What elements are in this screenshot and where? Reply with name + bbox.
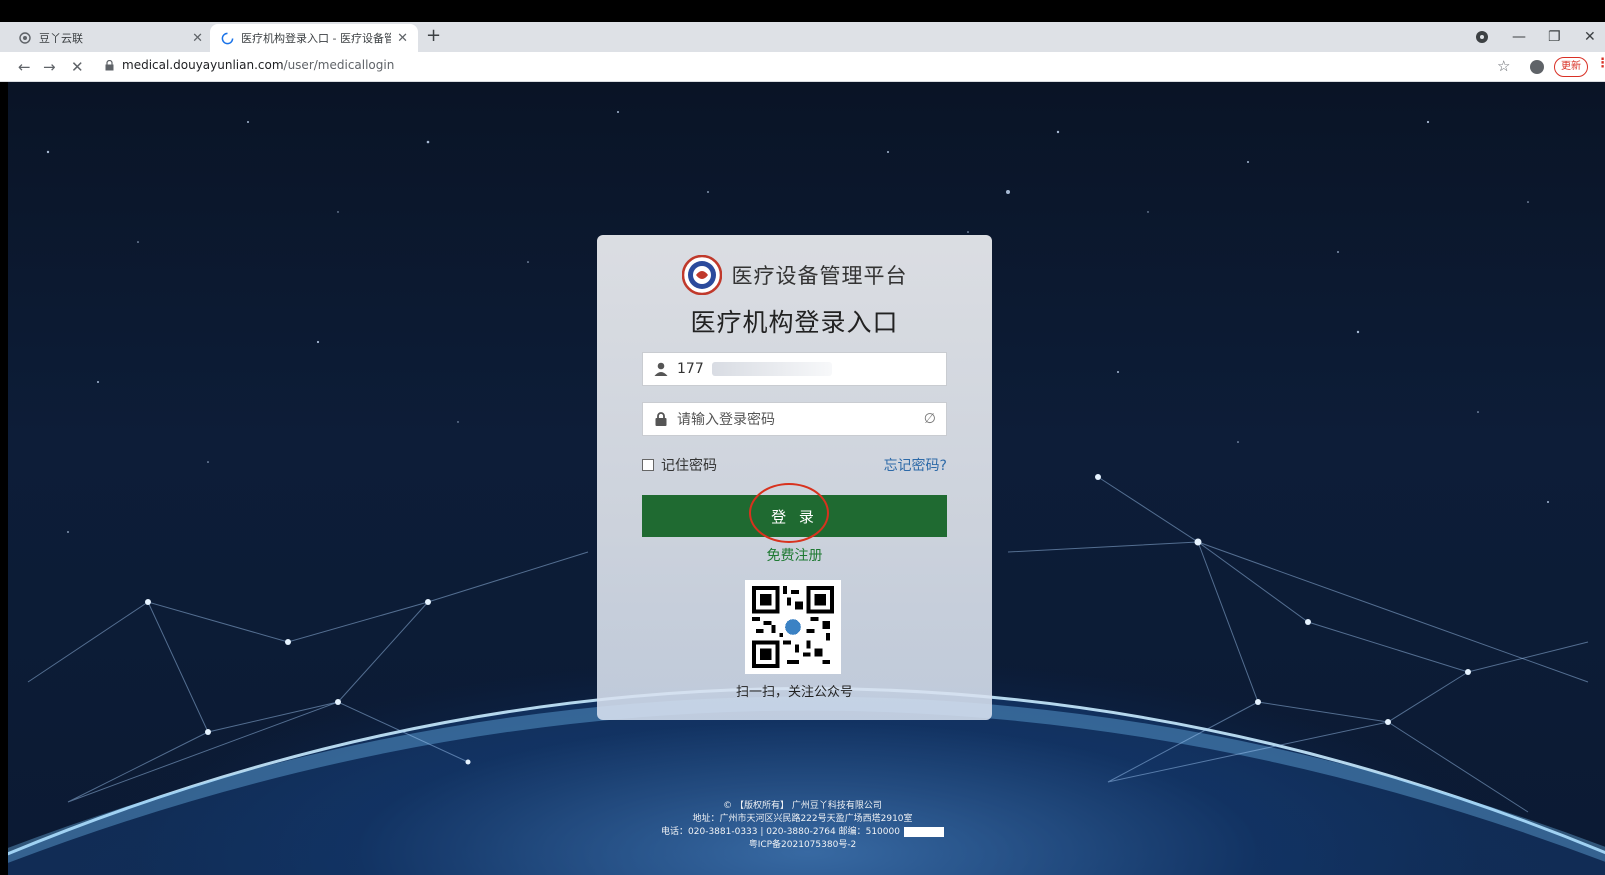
window-close-icon[interactable]: ✕: [1584, 24, 1596, 50]
user-icon: [654, 362, 668, 376]
menu-dots-icon[interactable]: ⋮: [1596, 56, 1605, 71]
remember-label: 记住密码: [661, 458, 717, 474]
browser-tab-bar: 豆丫云联 ✕ 医疗机构登录入口 - 医疗设备管理 ✕: [0, 22, 1605, 52]
loading-spinner-icon: [220, 31, 234, 45]
redacted-text: [711, 362, 832, 376]
new-tab-plus-icon[interactable]: +: [426, 24, 441, 48]
platform-name: 医疗设备管理平台: [731, 264, 908, 288]
url-path: /user/medicallogin: [283, 58, 395, 72]
close-icon[interactable]: ✕: [397, 31, 408, 46]
page-footer: © 【版权所有】 广州豆丫科技有限公司 地址：广州市天河区兴民路222号天盈广场…: [0, 800, 1605, 852]
username-value: 177: [677, 361, 704, 377]
tab-title: 医疗机构登录入口 - 医疗设备管理: [241, 32, 392, 45]
footer-icp[interactable]: 粤ICP备2021075380号-2: [0, 839, 1605, 852]
forgot-password-link[interactable]: 忘记密码?: [884, 455, 947, 475]
lock-icon: [655, 412, 667, 426]
certification-badge-icon: [903, 826, 944, 837]
remember-password[interactable]: 记住密码: [642, 455, 717, 475]
close-icon[interactable]: ✕: [192, 31, 203, 46]
platform-brand: 医疗设备管理平台: [597, 255, 992, 295]
tab-title: 豆丫云联: [39, 32, 83, 45]
platform-logo: [681, 255, 722, 295]
username-input[interactable]: 177: [642, 352, 947, 386]
register-link[interactable]: 免费注册: [597, 545, 992, 565]
forward-arrow-icon[interactable]: →: [43, 56, 56, 78]
update-button[interactable]: 更新: [1554, 57, 1588, 77]
footer-copyright: © 【版权所有】 广州豆丫科技有限公司: [723, 801, 882, 811]
eye-hidden-icon[interactable]: ∅: [924, 411, 936, 427]
footer-phone: 电话：020-3881-0333 | 020-3880-2764 邮编：5100…: [661, 827, 900, 837]
qr-code-graphic: [752, 586, 834, 668]
url-domain: medical.douyayunlian.com: [122, 58, 284, 72]
qr-caption: 扫一扫，关注公众号: [735, 685, 853, 700]
address-bar: ← → ✕ medical.douyayunlian.com/user/medi…: [0, 52, 1605, 82]
screen-top-bar: [0, 0, 1605, 22]
annotation-circle: [749, 483, 829, 543]
footer-address: 地址：广州市天河区兴民路222号天盈广场西塔2910室: [692, 814, 913, 824]
globe-icon: [18, 31, 32, 45]
account-avatar-icon[interactable]: [1530, 60, 1544, 74]
url-field[interactable]: medical.douyayunlian.com/user/medicallog…: [105, 58, 394, 72]
page-title: 医疗机构登录入口: [690, 308, 899, 337]
restore-icon[interactable]: ❐: [1548, 24, 1561, 50]
login-card: 医疗设备管理平台 医疗机构登录入口 177 请输入登录密码 ∅ 记住密码 忘记密…: [597, 235, 992, 720]
browser-profile-icon[interactable]: [1476, 31, 1488, 43]
tab-medical-login[interactable]: 医疗机构登录入口 - 医疗设备管理 ✕: [210, 24, 418, 52]
minimize-icon[interactable]: —: [1512, 24, 1526, 50]
remember-checkbox[interactable]: [642, 459, 654, 471]
lock-icon: [105, 59, 114, 70]
tab-douya[interactable]: 豆丫云联 ✕: [8, 24, 213, 52]
password-placeholder: 请输入登录密码: [677, 412, 775, 428]
bookmark-star-icon[interactable]: ☆: [1497, 57, 1510, 75]
password-input[interactable]: 请输入登录密码 ∅: [642, 402, 947, 436]
qr-code: [745, 580, 841, 674]
footer-contact: 电话：020-3881-0333 | 020-3880-2764 邮编：5100…: [0, 826, 1605, 839]
stop-loading-icon[interactable]: ✕: [71, 56, 84, 78]
back-arrow-icon[interactable]: ←: [18, 56, 31, 78]
